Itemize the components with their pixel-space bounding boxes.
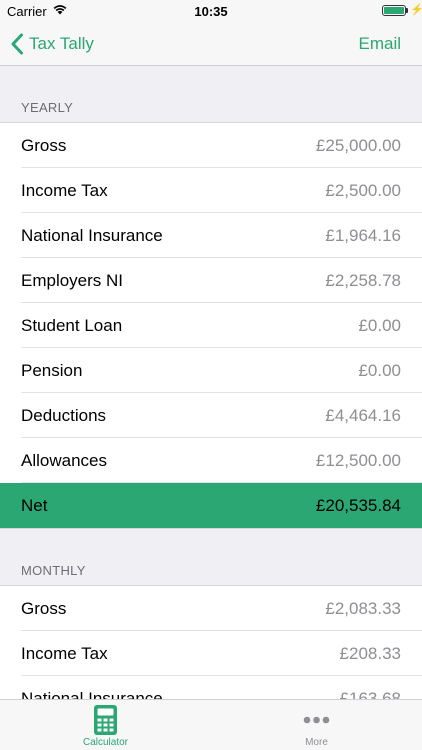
row-yearly-pension[interactable]: Pension £0.00: [0, 348, 422, 393]
tab-calculator[interactable]: Calculator: [0, 700, 211, 750]
section-yearly: Gross £25,000.00 Income Tax £2,500.00 Na…: [0, 122, 422, 529]
row-label: National Insurance: [21, 225, 163, 245]
navigation-bar: Tax Tally Email: [0, 22, 422, 66]
email-button[interactable]: Email: [358, 34, 401, 54]
row-label: Pension: [21, 360, 83, 380]
chevron-left-icon: [11, 33, 23, 55]
clock: 10:35: [194, 4, 228, 19]
charging-bolt-icon: ⚡: [410, 4, 422, 16]
row-yearly-deductions[interactable]: Deductions £4,464.16: [0, 393, 422, 438]
row-value: £2,500.00: [325, 180, 401, 200]
section-header-monthly: MONTHLY: [21, 563, 86, 578]
section-monthly: Gross £2,083.33 Income Tax £208.33 Natio…: [0, 585, 422, 699]
row-yearly-net[interactable]: Net £20,535.84: [0, 483, 422, 528]
row-value: £0.00: [358, 360, 401, 380]
row-value: £1,964.16: [325, 225, 401, 245]
back-button-label: Tax Tally: [29, 34, 94, 53]
row-label: Student Loan: [21, 315, 123, 335]
row-monthly-gross[interactable]: Gross £2,083.33: [0, 586, 422, 631]
row-value: £163.68: [339, 688, 401, 700]
tab-bar: Calculator More: [0, 699, 422, 750]
row-yearly-income-tax[interactable]: Income Tax £2,500.00: [0, 168, 422, 213]
back-button[interactable]: Tax Tally: [10, 30, 94, 58]
battery-tip: [406, 8, 408, 13]
row-yearly-gross[interactable]: Gross £25,000.00: [0, 123, 422, 168]
row-label: National Insurance: [21, 688, 163, 700]
row-yearly-employers-ni[interactable]: Employers NI £2,258.78: [0, 258, 422, 303]
status-bar: Carrier 10:35 ⚡: [0, 0, 422, 22]
row-label: Income Tax: [21, 643, 108, 663]
tab-label: Calculator: [82, 737, 129, 748]
row-value: £20,535.84: [315, 495, 401, 515]
row-monthly-income-tax[interactable]: Income Tax £208.33: [0, 631, 422, 676]
row-value: £2,258.78: [325, 270, 401, 290]
row-monthly-national-insurance[interactable]: National Insurance £163.68: [0, 676, 422, 700]
row-label: Allowances: [21, 450, 107, 470]
section-header-yearly: YEARLY: [21, 100, 74, 115]
row-label: Net: [21, 495, 48, 515]
row-value: £25,000.00: [315, 135, 401, 155]
tab-more[interactable]: More: [211, 700, 422, 750]
row-label: Gross: [21, 598, 67, 618]
row-label: Deductions: [21, 405, 107, 425]
row-yearly-student-loan[interactable]: Student Loan £0.00: [0, 303, 422, 348]
row-value: £4,464.16: [325, 405, 401, 425]
tab-label: More: [305, 737, 328, 748]
row-value: £208.33: [339, 643, 401, 663]
row-label: Income Tax: [21, 180, 108, 200]
battery-icon: [382, 5, 406, 16]
calculator-icon: [94, 705, 117, 735]
row-value: £2,083.33: [325, 598, 401, 618]
results-table[interactable]: YEARLY Gross £25,000.00 Income Tax £2,50…: [0, 66, 422, 699]
row-value: £0.00: [358, 315, 401, 335]
more-dots-icon: [303, 716, 330, 724]
row-value: £12,500.00: [315, 450, 401, 470]
row-label: Gross: [21, 135, 67, 155]
row-label: Employers NI: [21, 270, 124, 290]
row-yearly-national-insurance[interactable]: National Insurance £1,964.16: [0, 213, 422, 258]
row-yearly-allowances[interactable]: Allowances £12,500.00: [0, 438, 422, 483]
